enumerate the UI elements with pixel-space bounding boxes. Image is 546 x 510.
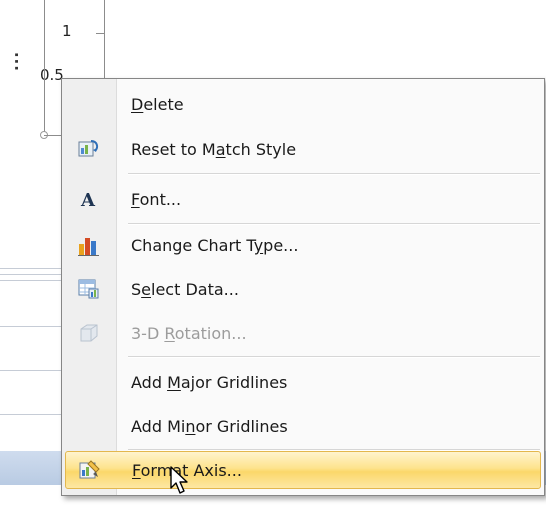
menu-separator xyxy=(128,173,540,175)
menu-item-reset-to-match-style[interactable]: Reset to Match Style xyxy=(65,129,541,169)
axis-tick-mark xyxy=(96,33,104,34)
menu-item-format-axis[interactable]: Format Axis... xyxy=(65,451,541,489)
menu-item-label: Select Data... xyxy=(131,279,239,299)
gridline xyxy=(0,326,61,327)
gridline xyxy=(0,370,61,371)
3d-rotation-icon xyxy=(69,323,109,343)
reset-style-icon xyxy=(69,139,109,159)
menu-item-change-chart-type[interactable]: Change Chart Type... xyxy=(65,225,541,265)
menu-separator xyxy=(128,356,540,358)
menu-item-label: Font... xyxy=(131,189,182,209)
axis-title-fragment[interactable]: ... xyxy=(4,27,22,71)
gridline xyxy=(0,268,61,269)
menu-item-label: Change Chart Type... xyxy=(131,235,299,255)
menu-item-label: Add Minor Gridlines xyxy=(131,416,288,436)
menu-item-3d-rotation: 3-D Rotation... xyxy=(65,313,541,353)
menu-item-delete[interactable]: Delete xyxy=(65,84,541,124)
gridline xyxy=(0,414,61,415)
menu-item-label: Reset to Match Style xyxy=(131,139,297,159)
axis-tick-label-1: 1 xyxy=(62,22,72,40)
svg-text:A: A xyxy=(80,190,96,209)
menu-item-add-major-gridlines[interactable]: Add Major Gridlines xyxy=(65,362,541,402)
select-data-icon xyxy=(69,279,109,299)
menu-item-label: Add Major Gridlines xyxy=(131,372,288,392)
format-axis-icon xyxy=(70,460,110,480)
menu-item-add-minor-gridlines[interactable]: Add Minor Gridlines xyxy=(65,406,541,446)
mouse-pointer-icon xyxy=(170,466,188,494)
menu-item-label: Delete xyxy=(131,94,184,114)
axis-selection-line xyxy=(44,0,45,136)
menu-item-label: 3-D Rotation... xyxy=(131,323,247,343)
chart-type-icon xyxy=(69,234,109,256)
context-menu: Delete Reset to Match Style A Font... Ch… xyxy=(61,78,545,496)
menu-item-font[interactable]: A Font... xyxy=(65,179,541,219)
font-icon: A xyxy=(69,189,109,209)
vertical-axis-line[interactable] xyxy=(104,0,105,80)
gridline xyxy=(0,274,61,275)
menu-item-select-data[interactable]: Select Data... xyxy=(65,269,541,309)
gridline xyxy=(0,280,61,281)
